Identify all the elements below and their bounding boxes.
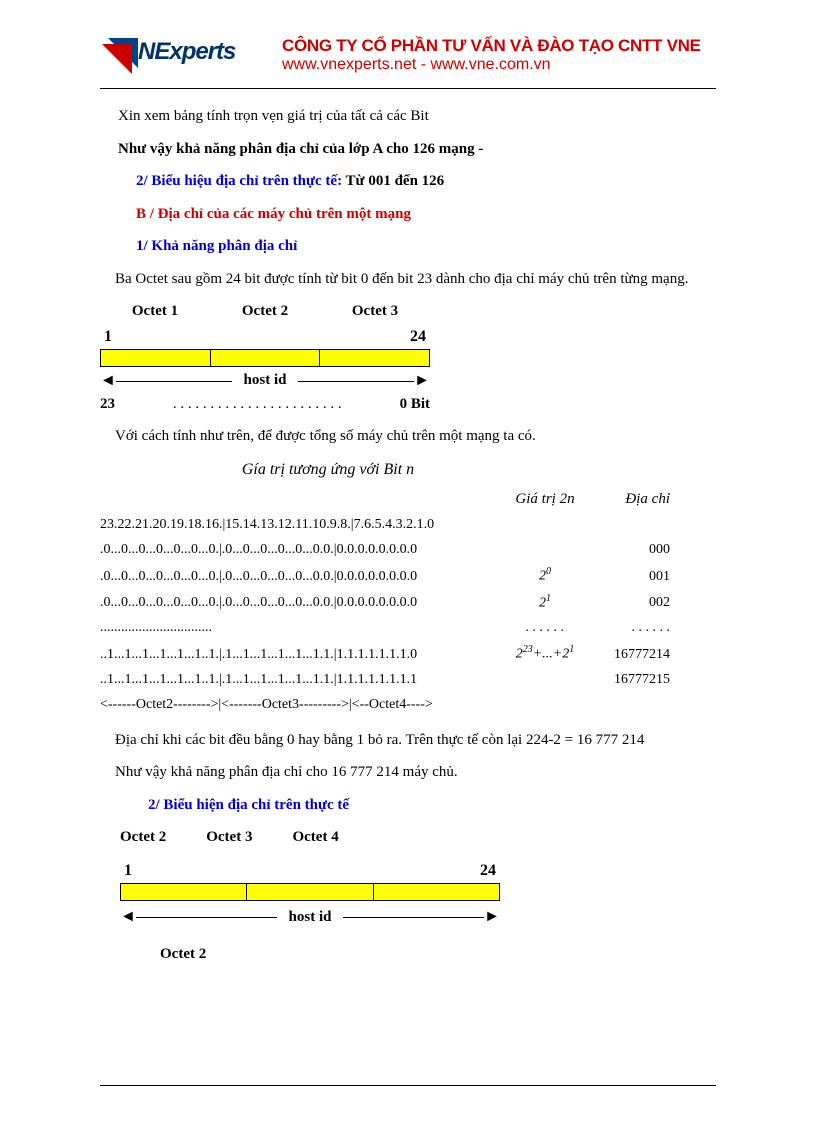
logo-text: NExperts bbox=[138, 38, 235, 66]
page-header: NExperts CÔNG TY CỔ PHẦN TƯ VẤN VÀ ĐÀO T… bbox=[100, 30, 716, 89]
paragraph: 2/ Biểu hiệu địa chỉ trên thực tế: Từ 00… bbox=[136, 170, 716, 193]
octet-labels: Octet 1 Octet 2 Octet 3 bbox=[100, 300, 430, 323]
company-name: CÔNG TY CỔ PHẦN TƯ VẤN VÀ ĐÀO TẠO CNTT V… bbox=[282, 36, 716, 56]
table-row: .0...0...0...0...0...0...0.|.0...0...0..… bbox=[100, 564, 716, 587]
table-row: .0...0...0...0...0...0...0.|.0...0...0..… bbox=[100, 539, 716, 560]
octet-labels-row: Octet 2 Octet 3 Octet 4 bbox=[120, 826, 716, 849]
paragraph: Địa chỉ khi các bit đều bằng 0 hay bằng … bbox=[100, 729, 716, 752]
paragraph: Xin xem bảng tính trọn vẹn giá trị của t… bbox=[118, 105, 716, 128]
cell: Địa chỉ bbox=[590, 488, 670, 511]
table-header-row: Giá trị 2n Địa chỉ bbox=[100, 488, 716, 511]
table-title: Gía trị tương ứng với Bit n bbox=[0, 458, 716, 482]
text: Như vậy khả năng phân địa chỉ cho 16 777… bbox=[115, 764, 458, 780]
label: Octet 4 bbox=[292, 826, 338, 849]
cell: 002 bbox=[590, 592, 670, 613]
section-heading: B / Địa chỉ của các máy chủ trên một mạn… bbox=[136, 203, 716, 226]
arrowhead-right-icon: ► bbox=[414, 369, 430, 393]
text: Với cách tính như trên, để được tổng số … bbox=[115, 428, 536, 444]
cell: .0...0...0...0...0...0...0.|.0...0...0..… bbox=[100, 539, 500, 560]
cell: Giá trị 2n bbox=[500, 488, 590, 511]
label: Octet 3 bbox=[320, 300, 430, 323]
paragraph: Ba Octet sau gồm 24 bit được tính từ bit… bbox=[100, 268, 716, 291]
label: Octet 2 bbox=[160, 943, 716, 966]
section-heading: 1/ Khả năng phân địa chỉ bbox=[136, 235, 716, 258]
label: Octet 2 bbox=[210, 300, 320, 323]
page-content: Xin xem bảng tính trọn vẹn giá trị của t… bbox=[100, 105, 716, 965]
num: 24 bbox=[480, 859, 496, 883]
cell: . . . . . . bbox=[500, 617, 590, 638]
text: Ba Octet sau gồm 24 bit được tính từ bit… bbox=[115, 271, 688, 287]
cell: 223+...+21 bbox=[500, 642, 590, 665]
num: 24 bbox=[410, 325, 426, 349]
bit-value-table: Gía trị tương ứng với Bit n Giá trị 2n Đ… bbox=[100, 458, 716, 715]
bit-numbering-bottom: 23 . . . . . . . . . . . . . . . . . . .… bbox=[100, 393, 430, 416]
diagram-host-id-1: Octet 1 Octet 2 Octet 3 1 24 ◄ host id ►… bbox=[100, 300, 430, 415]
cell: <------Octet2-------->|<-------Octet3---… bbox=[100, 694, 500, 715]
num: 0 Bit bbox=[400, 393, 430, 416]
cell: . . . . . . bbox=[590, 617, 670, 638]
bit-numbering-top: 1 24 bbox=[100, 325, 430, 349]
bit-numbering-top: 1 24 bbox=[120, 859, 500, 883]
arrow-hostid: ◄ host id ► bbox=[100, 369, 430, 393]
table-row: .0...0...0...0...0...0...0.|.0...0...0..… bbox=[100, 591, 716, 614]
paragraph: Với cách tính như trên, để được tổng số … bbox=[100, 425, 716, 448]
yellow-bar bbox=[100, 349, 430, 367]
arrow-hostid: ◄ host id ► bbox=[120, 905, 500, 929]
table-row: ..1...1...1...1...1...1..1.|.1...1...1..… bbox=[100, 669, 716, 690]
text: Từ 001 đến 126 bbox=[342, 173, 444, 189]
num: 1 bbox=[104, 325, 112, 349]
label: Octet 1 bbox=[100, 300, 210, 323]
cell: ..1...1...1...1...1...1..1.|.1...1...1..… bbox=[100, 669, 500, 690]
dots: . . . . . . . . . . . . . . . . . . . . … bbox=[115, 393, 400, 416]
cell: 20 bbox=[500, 564, 590, 587]
header-text-block: CÔNG TY CỔ PHẦN TƯ VẤN VÀ ĐÀO TẠO CNTT V… bbox=[282, 36, 716, 74]
arrowhead-right-icon: ► bbox=[484, 905, 500, 929]
cell: ..1...1...1...1...1...1..1.|.1...1...1..… bbox=[100, 644, 500, 665]
arrowhead-left-icon: ◄ bbox=[120, 905, 136, 929]
hostid-label: host id bbox=[232, 369, 299, 392]
cell: 16777215 bbox=[590, 669, 670, 690]
yellow-bar bbox=[120, 883, 500, 901]
table-row: <------Octet2-------->|<-------Octet3---… bbox=[100, 694, 716, 715]
label: Octet 3 bbox=[206, 826, 252, 849]
cell: 000 bbox=[590, 539, 670, 560]
num: 23 bbox=[100, 393, 115, 416]
text: Địa chỉ khi các bit đều bằng 0 hay bằng … bbox=[115, 732, 644, 748]
table-row: ..1...1...1...1...1...1..1.|.1...1...1..… bbox=[100, 642, 716, 665]
hostid-label: host id bbox=[277, 906, 344, 929]
cell: .0...0...0...0...0...0...0.|.0...0...0..… bbox=[100, 592, 500, 613]
logo: NExperts bbox=[100, 30, 270, 80]
paragraph: Như vậy khả năng phân địa chỉ cho 16 777… bbox=[100, 761, 716, 784]
cell: 001 bbox=[590, 566, 670, 587]
cell: 16777214 bbox=[590, 644, 670, 665]
arrowhead-left-icon: ◄ bbox=[100, 369, 116, 393]
header-urls: www.vnexperts.net - www.vne.com.vn bbox=[282, 56, 716, 74]
cell: 21 bbox=[500, 591, 590, 614]
diagram-host-id-2: 1 24 ◄ host id ► bbox=[120, 859, 500, 929]
cell: 23.22.21.20.19.18.16.|15.14.13.12.11.10.… bbox=[100, 514, 500, 535]
num: 1 bbox=[124, 859, 132, 883]
section-heading: 2/ Biểu hiện địa chỉ trên thực tế bbox=[148, 794, 716, 817]
paragraph: Như vậy khả năng phân địa chỉ của lớp A … bbox=[118, 138, 716, 161]
label: Octet 2 bbox=[120, 826, 166, 849]
cell: .0...0...0...0...0...0...0.|.0...0...0..… bbox=[100, 566, 500, 587]
table-row: ................................. . . . … bbox=[100, 617, 716, 638]
cell: ................................ bbox=[100, 617, 500, 638]
text-blue: 2/ Biểu hiệu địa chỉ trên thực tế: bbox=[136, 173, 342, 189]
table-row: 23.22.21.20.19.18.16.|15.14.13.12.11.10.… bbox=[100, 514, 716, 535]
footer-rule bbox=[100, 1085, 716, 1086]
